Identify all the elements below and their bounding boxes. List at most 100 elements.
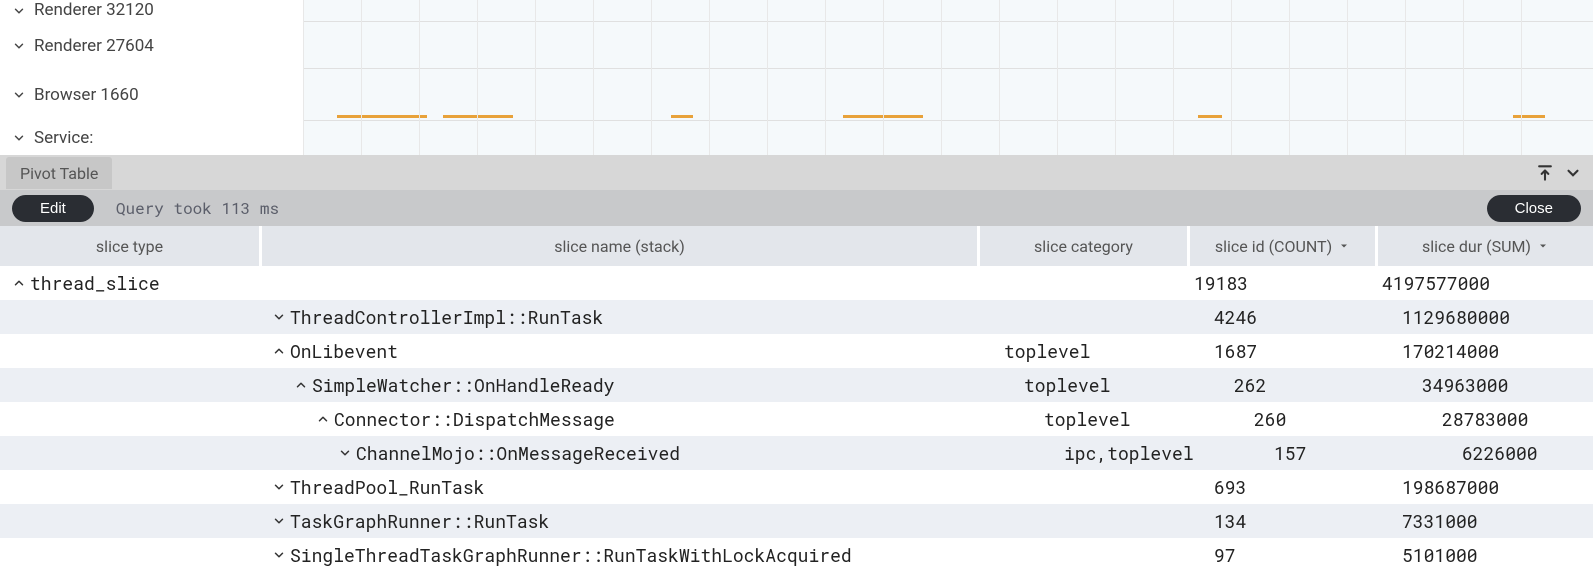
cell-slice-category (980, 300, 1190, 334)
sort-desc-icon[interactable] (1338, 240, 1350, 252)
cell-slice-dur: 4197577000 (1378, 266, 1593, 300)
chevron-up-icon[interactable] (8, 272, 30, 294)
cell-slice-count: 1687 (1190, 334, 1378, 368)
cell-slice-type (0, 334, 262, 368)
track-canvas[interactable] (303, 69, 1593, 120)
cell-slice-name: OnLibevent (262, 334, 980, 368)
chevron-up-icon[interactable] (290, 374, 312, 396)
cell-text: TaskGraphRunner::RunTask (290, 509, 549, 533)
chevron-down-icon[interactable] (1559, 159, 1587, 187)
cell-slice-name: ChannelMojo::OnMessageReceived (262, 436, 980, 470)
col-slice-name[interactable]: slice name (stack) (262, 226, 980, 266)
cell-slice-type (0, 436, 262, 470)
chevron-up-icon[interactable] (268, 340, 290, 362)
cell-slice-dur: 198687000 (1378, 470, 1593, 504)
cell-text: ThreadControllerImpl::RunTask (290, 305, 603, 329)
cell-slice-name: ThreadPool_RunTask (262, 470, 980, 504)
track-label: Browser 1660 (30, 85, 139, 105)
cell-slice-category (980, 470, 1190, 504)
cell-text: ChannelMojo::OnMessageReceived (356, 441, 680, 465)
table-row[interactable]: Connector::DispatchMessage toplevel260287… (0, 402, 1593, 436)
col-slice-category[interactable]: slice category (980, 226, 1190, 266)
chevron-down-icon[interactable] (8, 0, 30, 22)
close-button[interactable]: Close (1487, 195, 1581, 222)
track-row[interactable]: Service: (0, 121, 303, 155)
col-slice-count[interactable]: slice id (COUNT) (1190, 226, 1378, 266)
cell-slice-category (980, 266, 1190, 300)
table-header: slice type slice name (stack) slice cate… (0, 226, 1593, 266)
chevron-down-icon[interactable] (334, 442, 356, 464)
cell-slice-name: SimpleWatcher::OnHandleReady (262, 368, 980, 402)
cell-slice-type: thread_slice (0, 266, 262, 300)
cell-slice-type (0, 538, 262, 572)
cell-slice-name: TaskGraphRunner::RunTask (262, 504, 980, 538)
tracks-area: Renderer 32120 Renderer 27604 Browser 16… (0, 0, 1593, 155)
cell-slice-type (0, 504, 262, 538)
table-row[interactable]: TaskGraphRunner::RunTask 1347331000 (0, 504, 1593, 538)
cell-text: Connector::DispatchMessage (334, 407, 615, 431)
track-row[interactable]: Browser 1660 (0, 69, 303, 121)
chevron-down-icon[interactable] (268, 306, 290, 328)
chevron-down-icon[interactable] (8, 84, 30, 106)
chevron-down-icon[interactable] (268, 544, 290, 566)
table-row[interactable]: ThreadPool_RunTask 693198687000 (0, 470, 1593, 504)
cell-text: thread_slice (30, 271, 160, 295)
cell-slice-type (0, 300, 262, 334)
track-canvas[interactable] (303, 0, 1593, 21)
tab-pivot-table[interactable]: Pivot Table (6, 157, 112, 189)
cell-slice-category: ipc,toplevel (980, 436, 1190, 470)
edit-button[interactable]: Edit (12, 195, 94, 222)
table-row[interactable]: ChannelMojo::OnMessageReceived ipc,toplev… (0, 436, 1593, 470)
cell-slice-type (0, 368, 262, 402)
cell-slice-count: 4246 (1190, 300, 1378, 334)
table-row[interactable]: thread_slice 191834197577000 (0, 266, 1593, 300)
cell-slice-dur: 34963000 (1378, 368, 1593, 402)
cell-slice-count: 693 (1190, 470, 1378, 504)
col-slice-dur[interactable]: slice dur (SUM) (1378, 226, 1593, 266)
cell-slice-category: toplevel (980, 368, 1190, 402)
cell-slice-dur: 7331000 (1378, 504, 1593, 538)
table-row[interactable]: SimpleWatcher::OnHandleReadytoplevel2623… (0, 368, 1593, 402)
cell-text: ThreadPool_RunTask (290, 475, 484, 499)
cell-slice-category (980, 538, 1190, 572)
col-slice-type[interactable]: slice type (0, 226, 262, 266)
cell-slice-name (262, 266, 980, 300)
pivot-table: slice type slice name (stack) slice cate… (0, 226, 1593, 572)
table-row[interactable]: ThreadControllerImpl::RunTask 42461129680… (0, 300, 1593, 334)
chevron-down-icon[interactable] (268, 510, 290, 532)
chevron-down-icon[interactable] (268, 476, 290, 498)
cell-slice-dur: 170214000 (1378, 334, 1593, 368)
track-canvas[interactable] (303, 121, 1593, 155)
cell-slice-category: toplevel (980, 334, 1190, 368)
cell-slice-type (0, 470, 262, 504)
cell-slice-name: SingleThreadTaskGraphRunner::RunTaskWith… (262, 538, 980, 572)
cell-slice-name: ThreadControllerImpl::RunTask (262, 300, 980, 334)
cell-slice-count: 19183 (1190, 266, 1378, 300)
track-label: Renderer 32120 (30, 0, 154, 20)
cell-slice-name: Connector::DispatchMessage (262, 402, 980, 436)
track-label: Renderer 27604 (30, 36, 154, 56)
cell-slice-count: 157 (1190, 436, 1378, 470)
tab-label: Pivot Table (20, 164, 98, 183)
cell-slice-dur: 6226000 (1378, 436, 1593, 470)
table-row[interactable]: OnLibeventtoplevel1687170214000 (0, 334, 1593, 368)
cell-slice-count: 134 (1190, 504, 1378, 538)
cell-slice-count: 97 (1190, 538, 1378, 572)
cell-slice-dur: 1129680000 (1378, 300, 1593, 334)
track-label: Service: (30, 128, 93, 148)
move-to-top-icon[interactable] (1531, 159, 1559, 187)
chevron-down-icon[interactable] (8, 35, 30, 57)
sort-desc-icon[interactable] (1537, 240, 1549, 252)
track-row[interactable]: Renderer 27604 (0, 22, 303, 69)
track-row[interactable]: Renderer 32120 (0, 0, 303, 22)
panel-tabbar: Pivot Table (0, 155, 1593, 190)
table-row[interactable]: SingleThreadTaskGraphRunner::RunTaskWith… (0, 538, 1593, 572)
cell-slice-count: 260 (1190, 402, 1378, 436)
cell-text: SimpleWatcher::OnHandleReady (312, 373, 614, 397)
cell-slice-dur: 28783000 (1378, 402, 1593, 436)
cell-slice-category: toplevel (980, 402, 1190, 436)
chevron-down-icon[interactable] (8, 127, 30, 149)
chevron-up-icon[interactable] (312, 408, 334, 430)
cell-slice-dur: 5101000 (1378, 538, 1593, 572)
track-canvas[interactable] (303, 22, 1593, 68)
